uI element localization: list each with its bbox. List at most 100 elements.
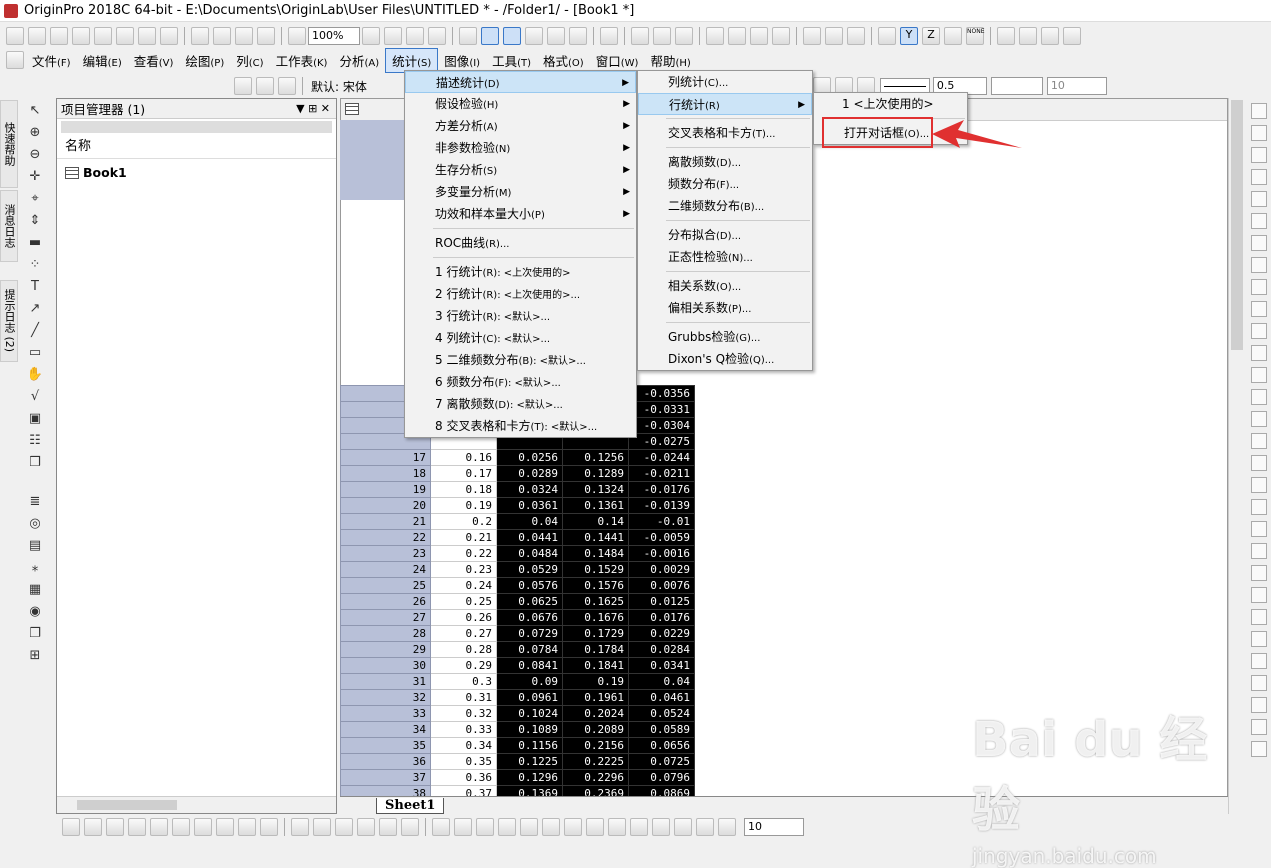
right-tool-26-icon[interactable] [1251,653,1267,669]
filter-icon[interactable] [803,27,821,45]
cell-a[interactable]: 0.33 [430,721,497,738]
matrix-plot-icon[interactable] [401,818,419,836]
menu-item[interactable]: 方差分析(A) ▶ [405,115,636,137]
cell-d[interactable]: -0.0244 [628,449,695,466]
right-tool-28-icon[interactable] [1251,697,1267,713]
bottom-size-select[interactable]: 10 [744,818,804,836]
menu-5[interactable]: 工作表(K) [270,49,334,72]
group-icon[interactable] [564,818,582,836]
align-left-icon[interactable] [476,818,494,836]
table-row[interactable]: 17 0.16 0.0256 0.1256 -0.0244 [340,449,695,466]
cell-d[interactable]: -0.0356 [628,385,695,402]
zoom-out-icon[interactable]: ⊖ [26,147,44,163]
cell-b[interactable]: 0.0256 [496,449,563,466]
cell-d[interactable]: -0.0016 [628,545,695,562]
cell-c[interactable]: 0.1324 [562,481,629,498]
menu-9[interactable]: 工具(T) [486,49,537,72]
right-tool-18-icon[interactable] [1251,477,1267,493]
font-name-select[interactable]: 默认: 宋体 [307,78,371,95]
cell-d[interactable]: 0.0796 [628,769,695,786]
new-graph-icon[interactable] [50,27,68,45]
new-project-icon[interactable] [6,27,24,45]
import-icon[interactable] [454,818,472,836]
new-layout-icon[interactable] [138,27,156,45]
cell-d[interactable]: 0.04 [628,673,695,690]
cell-c[interactable]: 0.1576 [562,577,629,594]
table-row[interactable]: 31 0.3 0.09 0.19 0.04 [340,673,695,690]
menu-item[interactable]: Grubbs检验(G)... [638,326,812,348]
cell-b[interactable]: 0.0361 [496,497,563,514]
circle-icon[interactable]: ◎ [26,516,44,532]
cell-c[interactable]: 0.1729 [562,625,629,642]
cell-c[interactable]: 0.1841 [562,657,629,674]
image-plot-icon[interactable] [379,818,397,836]
zoom-select[interactable]: 100% [308,27,360,45]
insert-graph-icon[interactable]: ▣ [26,411,44,427]
cell-a[interactable]: 0.36 [430,769,497,786]
line-plot-icon[interactable] [62,818,80,836]
cell-c[interactable]: 0.2024 [562,705,629,722]
pm-scrollbar[interactable] [57,796,336,813]
heatmap-icon[interactable] [357,818,375,836]
cell-b[interactable]: 0.09 [496,673,563,690]
cell-c[interactable]: 0.2156 [562,737,629,754]
hand-tool-icon[interactable]: ✋ [26,367,44,383]
contour-plot-icon[interactable] [335,818,353,836]
cell-r[interactable]: 24 [340,561,431,578]
new-matrix-icon[interactable] [72,27,90,45]
cell-c[interactable]: 0.1784 [562,641,629,658]
save-icon[interactable] [235,27,253,45]
cell-d[interactable]: -0.0059 [628,529,695,546]
print-icon[interactable] [362,27,380,45]
table-row[interactable]: 24 0.23 0.0529 0.1529 0.0029 [340,561,695,578]
cell-r[interactable]: 29 [340,641,431,658]
settings-icon[interactable] [569,27,587,45]
cell-a[interactable]: 0.19 [430,497,497,514]
cell-r[interactable]: 37 [340,769,431,786]
ungroup-icon[interactable] [586,818,604,836]
cell-r[interactable]: 19 [340,481,431,498]
menu-item[interactable]: 功效和样本量大小(P) ▶ [405,203,636,225]
cell-d[interactable]: 0.0656 [628,737,695,754]
side-tab-hint-log[interactable]: 提示日志 (2) [0,280,18,362]
table-row[interactable]: 19 0.18 0.0324 0.1324 -0.0176 [340,481,695,498]
cell-r[interactable]: 32 [340,689,431,706]
table-row[interactable]: 21 0.2 0.04 0.14 -0.01 [340,513,695,530]
menu-item[interactable]: Dixon's Q检验(Q)... [638,348,812,370]
table-row[interactable]: 20 0.19 0.0361 0.1361 -0.0139 [340,497,695,514]
cell-d[interactable]: -0.0331 [628,401,695,418]
cell-r[interactable]: 17 [340,449,431,466]
zoom-window-icon[interactable] [503,27,521,45]
menu-item[interactable]: 2 行统计(R): <上次使用的>... [405,283,636,305]
cell-a[interactable]: 0.25 [430,593,497,610]
menu-item[interactable]: 1 <上次使用的> [814,93,967,115]
box-chart-icon[interactable] [772,27,790,45]
cell-c[interactable]: 0.1484 [562,545,629,562]
cell-b[interactable]: 0.0576 [496,577,563,594]
add-column-icon[interactable] [600,27,618,45]
cell-b[interactable]: 0.0529 [496,561,563,578]
multi-plot-icon[interactable] [150,818,168,836]
menu-3[interactable]: 绘图(P) [179,49,230,72]
list-icon[interactable]: ≣ [26,494,44,510]
cell-r[interactable]: 20 [340,497,431,514]
results-log-icon[interactable] [428,27,446,45]
right-tool-2-icon[interactable] [1251,125,1267,141]
right-tool-12-icon[interactable] [1251,345,1267,361]
table-row[interactable]: 32 0.31 0.0961 0.1961 0.0461 [340,689,695,706]
menu-item[interactable]: 离散频数(D)... [638,151,812,173]
right-tool-24-icon[interactable] [1251,609,1267,625]
align-right-icon[interactable] [498,818,516,836]
menu-item[interactable]: 二维频数分布(B)... [638,195,812,217]
cell-d[interactable]: 0.0229 [628,625,695,642]
cell-d[interactable]: 0.0076 [628,577,695,594]
right-tool-1-icon[interactable] [1251,103,1267,119]
cell-c[interactable]: 0.1361 [562,497,629,514]
name-column-header[interactable]: 名称 [57,135,336,159]
cell-r[interactable]: 28 [340,625,431,642]
cell-a[interactable]: 0.35 [430,753,497,770]
right-tool-3-icon[interactable] [1251,147,1267,163]
cell-b[interactable]: 0.1089 [496,721,563,738]
right-tool-4-icon[interactable] [1251,169,1267,185]
table-row[interactable]: 25 0.24 0.0576 0.1576 0.0076 [340,577,695,594]
